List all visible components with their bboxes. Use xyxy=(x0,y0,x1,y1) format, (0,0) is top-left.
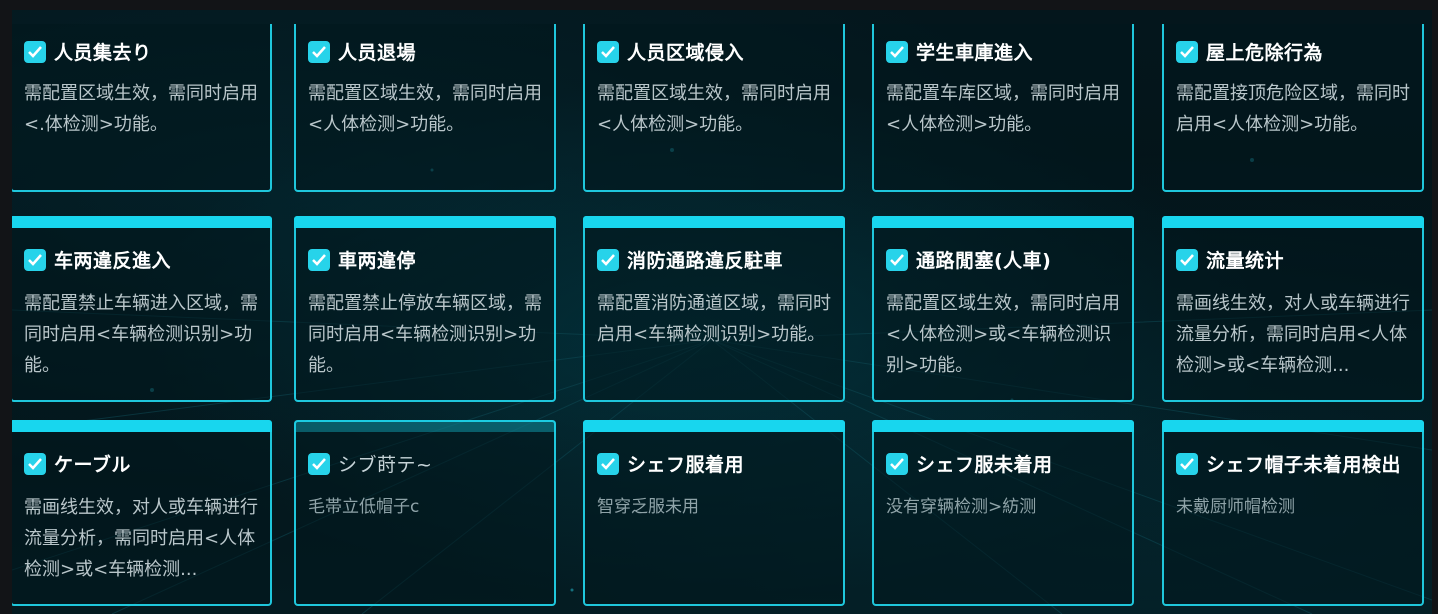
rule-description: 需配置接顶危险区域，需同时启用<人体检测>功能。 xyxy=(1176,83,1410,135)
checkbox-checked-icon[interactable] xyxy=(24,452,46,475)
rule-card-crowd-gathering[interactable]: 人员集去り 需配置区域生效，需同时启用<.体检测>功能。 xyxy=(12,24,272,192)
rule-card-chef-uniform-worn[interactable]: シェフ服着用 智穿乏服未用 xyxy=(583,420,845,606)
rule-card-chef-hat-faded[interactable]: シブ莳テ~ 毛帯立低帽子c xyxy=(294,420,556,606)
rule-card-vehicle-intrusion[interactable]: 车两違反進入 需配置禁止车辆进入区域，需同时启用<车辆检测识别>功能。 xyxy=(12,216,272,402)
card-header-bar xyxy=(872,420,1134,432)
checkbox-checked-icon[interactable] xyxy=(1176,248,1198,271)
card-header-bar xyxy=(872,216,1134,228)
rule-description: 需配置区域生效，需同时启用<.体检测>功能。 xyxy=(24,83,258,135)
checkbox-checked-icon[interactable] xyxy=(24,248,46,271)
rule-title: ケーブル xyxy=(54,454,131,476)
checkbox-checked-icon[interactable] xyxy=(308,452,330,475)
checkbox-checked-icon[interactable] xyxy=(308,248,330,271)
checkbox-checked-icon[interactable] xyxy=(1176,452,1198,475)
rule-description: 毛帯立低帽子c xyxy=(308,497,420,517)
rule-card-fire-lane-parking[interactable]: 消防通路違反駐車 需配置消防通道区域，需同时启用<车辆检测识别>功能。 xyxy=(583,216,845,402)
rule-title: 通路閒塞(人車) xyxy=(916,250,1052,272)
checkbox-checked-icon[interactable] xyxy=(597,248,619,271)
rule-description: 需画线生效，对人或车辆进行流量分析，需同时启用<人体检测>或<车辆检测... xyxy=(24,497,258,580)
rule-title: シェフ帽子未着用検出 xyxy=(1206,454,1402,476)
rule-description: 需配置消防通道区域，需同时启用<车辆检测识别>功能。 xyxy=(597,293,831,345)
rule-title: 車两違停 xyxy=(338,250,417,272)
rule-description: 未戴厨师帽检测 xyxy=(1176,497,1295,517)
card-header-bar xyxy=(294,420,556,432)
rule-card-person-exit[interactable]: 人员退場 需配置区域生效，需同时启用<人体检测>功能。 xyxy=(294,24,556,192)
card-header-bar xyxy=(583,216,845,228)
app-background: 人员集去り 需配置区域生效，需同时启用<.体检测>功能。 人员退場 需配置区域生… xyxy=(0,0,1438,614)
rule-title: 屋上危除行為 xyxy=(1206,42,1324,64)
rule-title: 流量统计 xyxy=(1206,250,1285,272)
rule-description: 需配置车库区域，需同时启用<人体检测>功能。 xyxy=(886,83,1120,135)
rule-description: 需配置区域生效，需同时启用<人体检测>功能。 xyxy=(308,83,542,135)
card-header-bar xyxy=(583,420,845,432)
rule-description: 智穿乏服未用 xyxy=(597,497,699,517)
rule-title: シェフ服未着用 xyxy=(916,454,1053,476)
rule-description: 需配置区域生效，需同时启用<人体检测>或<车辆检测识别>功能。 xyxy=(886,293,1120,376)
checkbox-checked-icon[interactable] xyxy=(886,248,908,271)
checkbox-checked-icon[interactable] xyxy=(886,452,908,475)
card-header-bar xyxy=(294,216,556,228)
card-header-bar xyxy=(12,420,272,432)
rule-title: 车两違反進入 xyxy=(54,250,172,272)
rule-card-flow-statistics[interactable]: 流量统计 需画线生效，对人或车辆进行流量分析，需同时启用<人体检测>或<车辆检测… xyxy=(1162,216,1424,402)
rule-description: 需配置禁止停放车辆区域，需同时启用<车辆检测识别>功能。 xyxy=(308,293,542,376)
rule-description: 需画线生效，对人或车辆进行流量分析，需同时启用<人体检测>或<车辆检测... xyxy=(1176,293,1410,376)
rule-card-rooftop-danger[interactable]: 屋上危除行為 需配置接顶危险区域，需同时启用<人体检测>功能。 xyxy=(1162,24,1424,192)
rule-title: シブ莳テ~ xyxy=(338,454,433,476)
rule-description: 需配置区域生效，需同时启用<人体检测>功能。 xyxy=(597,83,831,135)
rule-card-garage-entry[interactable]: 学生車庫進入 需配置车库区域，需同时启用<人体检测>功能。 xyxy=(872,24,1134,192)
rule-title: 人员集去り xyxy=(54,42,152,64)
checkbox-checked-icon[interactable] xyxy=(24,40,46,63)
rule-card-passage-blocked[interactable]: 通路閒塞(人車) 需配置区域生效，需同时启用<人体检测>或<车辆检测识别>功能。 xyxy=(872,216,1134,402)
rule-card-area-intrusion[interactable]: 人员区域侵入 需配置区域生效，需同时启用<人体检测>功能。 xyxy=(583,24,845,192)
rule-title: 人员退場 xyxy=(338,42,417,64)
rule-card-illegal-parking[interactable]: 車两違停 需配置禁止停放车辆区域，需同时启用<车辆检测识别>功能。 xyxy=(294,216,556,402)
rule-title: 消防通路違反駐車 xyxy=(627,250,784,272)
card-header-bar xyxy=(1162,420,1424,432)
card-header-bar xyxy=(1162,216,1424,228)
checkbox-checked-icon[interactable] xyxy=(886,40,908,63)
checkbox-checked-icon[interactable] xyxy=(597,452,619,475)
card-header-bar xyxy=(12,216,272,228)
rule-title: 人员区域侵入 xyxy=(627,42,745,64)
rule-card-cable[interactable]: ケーブル 需画线生效，对人或车辆进行流量分析，需同时启用<人体检测>或<车辆检测… xyxy=(12,420,272,606)
rule-card-chef-hat-not-worn[interactable]: シェフ帽子未着用検出 未戴厨师帽检测 xyxy=(1162,420,1424,606)
rule-description: 没有穿辆检测>紡测 xyxy=(886,497,1037,517)
rule-description: 需配置禁止车辆进入区域，需同时启用<车辆检测识别>功能。 xyxy=(24,293,258,376)
checkbox-checked-icon[interactable] xyxy=(308,40,330,63)
rule-card-chef-uniform-not-worn[interactable]: シェフ服未着用 没有穿辆检测>紡测 xyxy=(872,420,1134,606)
rules-panel: 人员集去り 需配置区域生效，需同时启用<.体检测>功能。 人员退場 需配置区域生… xyxy=(12,10,1432,614)
checkbox-checked-icon[interactable] xyxy=(1176,40,1198,63)
rule-title: 学生車庫進入 xyxy=(916,42,1034,64)
rule-title: シェフ服着用 xyxy=(627,454,745,476)
checkbox-checked-icon[interactable] xyxy=(597,40,619,63)
